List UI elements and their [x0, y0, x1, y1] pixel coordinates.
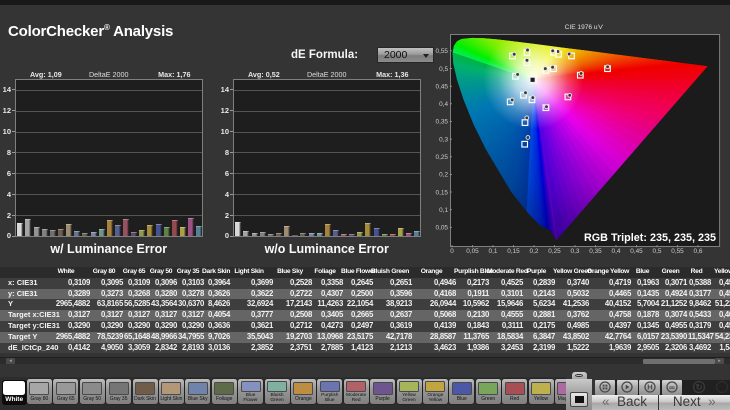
svg-text:0,15: 0,15 [507, 248, 520, 255]
svg-text:↻: ↻ [695, 382, 702, 392]
svg-text:0,2: 0,2 [530, 248, 539, 255]
svg-text:RGB Triplet: 235, 235, 235: RGB Triplet: 235, 235, 235 [584, 232, 716, 244]
svg-text:0,35: 0,35 [436, 119, 449, 126]
svg-text:0,45: 0,45 [630, 248, 643, 255]
svg-text:0,4: 0,4 [439, 101, 448, 108]
svg-text:0,55: 0,55 [671, 248, 684, 255]
svg-text:0,15: 0,15 [436, 189, 449, 196]
svg-text:0,3: 0,3 [571, 248, 580, 255]
svg-text:0,05: 0,05 [436, 225, 449, 232]
svg-text:H: H [647, 383, 652, 392]
svg-text:0,05: 0,05 [466, 248, 479, 255]
svg-text:∞: ∞ [669, 383, 675, 392]
svg-text:0,45: 0,45 [436, 84, 449, 91]
svg-text:0,35: 0,35 [589, 248, 602, 255]
svg-text:0,25: 0,25 [436, 154, 449, 161]
svg-text:0,3: 0,3 [439, 136, 448, 143]
svg-text:0: 0 [450, 248, 454, 255]
svg-text:0,2: 0,2 [439, 172, 448, 179]
svg-text:0,4: 0,4 [612, 248, 621, 255]
svg-text:0,25: 0,25 [548, 248, 561, 255]
svg-text:0,5: 0,5 [439, 66, 448, 73]
svg-text:0,5: 0,5 [653, 248, 662, 255]
svg-text:0,1: 0,1 [439, 207, 448, 214]
svg-text:0,1: 0,1 [489, 248, 498, 255]
svg-text:0,6: 0,6 [694, 248, 703, 255]
svg-text:CIE 1976 u'v': CIE 1976 u'v' [565, 24, 604, 31]
svg-text:0,55: 0,55 [436, 48, 449, 55]
